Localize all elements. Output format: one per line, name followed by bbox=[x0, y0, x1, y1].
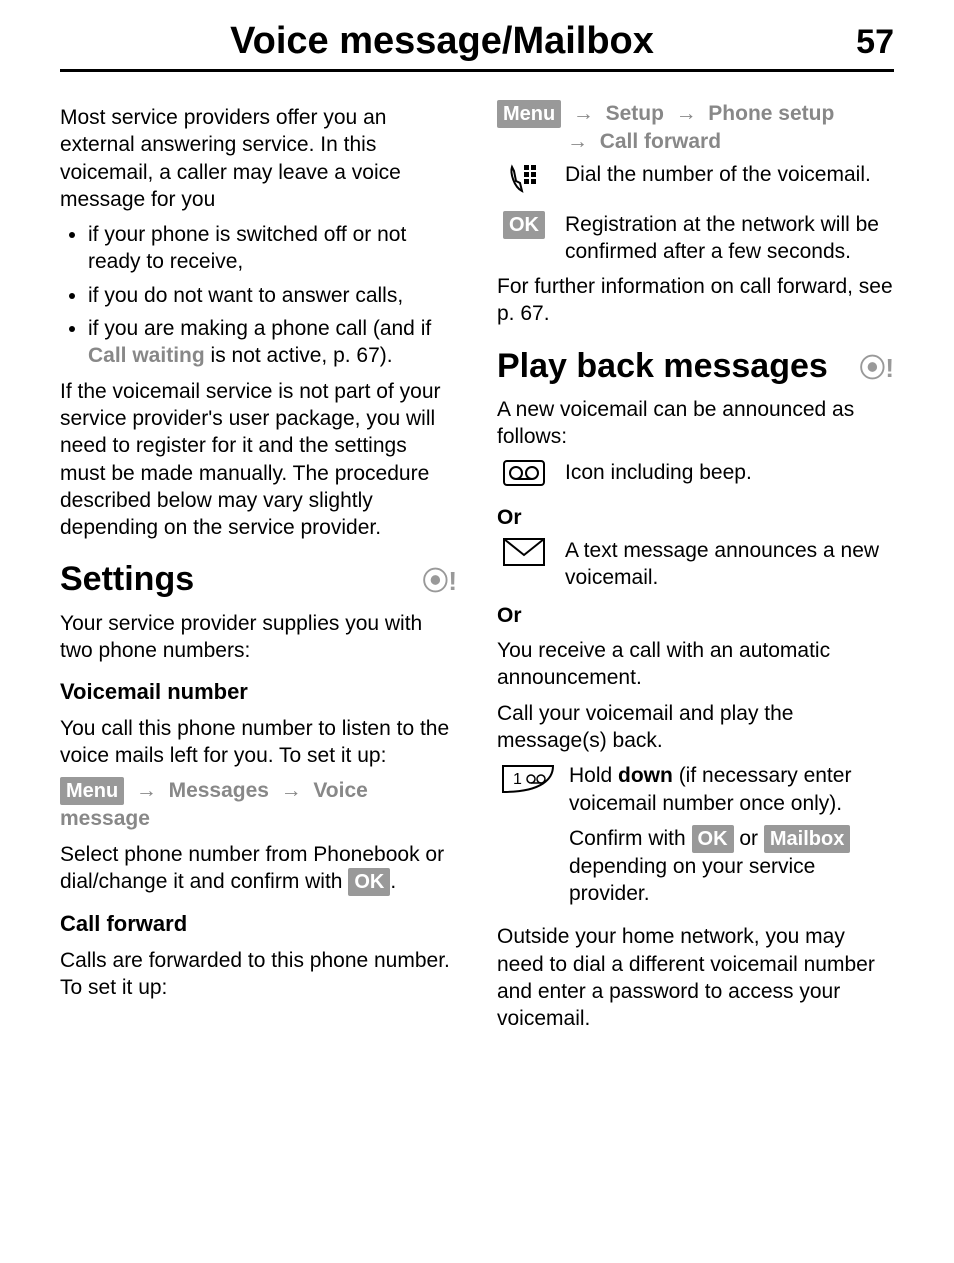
hold-down-block: Hold down (if necessary enter voicemail … bbox=[569, 762, 894, 915]
nav-messages: Messages bbox=[169, 779, 269, 802]
nav-arrow-icon: → bbox=[670, 102, 703, 125]
voicemail-number-subheading: Voicemail number bbox=[60, 678, 457, 707]
nav-path-call-forward: Menu → Setup → Phone setup → Call forwar… bbox=[497, 100, 894, 155]
list-item: if your phone is switched off or not rea… bbox=[88, 221, 457, 276]
hold-down-bold: down bbox=[618, 764, 673, 787]
ok-key: OK bbox=[348, 868, 390, 896]
step-dial: Dial the number of the voicemail. bbox=[497, 161, 894, 204]
step-hold-1: 1 Hold down (if necessary enter voicemai… bbox=[497, 762, 894, 915]
nav-phone-setup: Phone setup bbox=[708, 102, 834, 125]
heading-text: Settings bbox=[60, 557, 194, 601]
playback-intro: A new voicemail can be announced as foll… bbox=[497, 396, 894, 451]
message-icon bbox=[497, 537, 551, 574]
ok-key: OK bbox=[692, 825, 734, 853]
settings-heading: Settings ⦿! bbox=[60, 557, 457, 601]
mailbox-key: Mailbox bbox=[764, 825, 850, 853]
icon-beep-text: Icon including beep. bbox=[565, 459, 894, 486]
text: is not active, p. 67). bbox=[205, 344, 393, 367]
text: . bbox=[390, 870, 396, 893]
announce-sms: A text message announces a new voicemail… bbox=[497, 537, 894, 592]
text: depending on your service provider. bbox=[569, 855, 815, 905]
call-waiting-emph: Call waiting bbox=[88, 344, 205, 367]
ok-key: OK bbox=[503, 211, 545, 239]
dial-text: Dial the number of the voicemail. bbox=[565, 161, 894, 188]
nav-arrow-icon: → bbox=[567, 130, 594, 153]
left-column: Most service providers offer you an exte… bbox=[60, 96, 457, 1041]
text: Confirm with bbox=[569, 827, 692, 850]
svg-text:1: 1 bbox=[513, 771, 522, 788]
condition-list: if your phone is switched off or not rea… bbox=[60, 221, 457, 369]
settings-intro: Your service provider supplies you with … bbox=[60, 610, 457, 665]
intro-paragraph: Most service providers offer you an exte… bbox=[60, 104, 457, 213]
page-number: 57 bbox=[824, 23, 894, 62]
keypad-icon bbox=[497, 161, 551, 204]
text: if you are making a phone call (and if bbox=[88, 317, 431, 340]
list-item: if you do not want to answer calls, bbox=[88, 282, 457, 309]
call-voicemail-paragraph: Call your voicemail and play the message… bbox=[497, 700, 894, 755]
nav-path-voice-message: Menu → Messages → Voice message bbox=[60, 777, 457, 832]
nav-call-forward: Call forward bbox=[600, 130, 721, 153]
nav-arrow-icon: → bbox=[275, 779, 308, 802]
key-1-voicemail-icon: 1 bbox=[497, 762, 555, 803]
playback-heading: Play back messages ⦿! bbox=[497, 344, 894, 388]
menu-key: Menu bbox=[60, 777, 124, 805]
nav-arrow-icon: → bbox=[130, 779, 163, 802]
registration-text: Registration at the network will be conf… bbox=[565, 211, 894, 266]
sim-dependency-icon: ⦿! bbox=[859, 352, 894, 386]
call-forward-subheading: Call forward bbox=[60, 910, 457, 939]
announce-icon-beep: Icon including beep. bbox=[497, 459, 894, 494]
sms-text: A text message announces a new voicemail… bbox=[565, 537, 894, 592]
outside-network-paragraph: Outside your home network, you may need … bbox=[497, 923, 894, 1032]
nav-arrow-icon: → bbox=[567, 102, 600, 125]
sim-dependency-icon: ⦿! bbox=[422, 565, 457, 599]
or-label: Or bbox=[497, 602, 894, 629]
heading-text: Play back messages bbox=[497, 344, 828, 388]
voicemail-setup-paragraph: Select phone number from Phonebook or di… bbox=[60, 841, 457, 896]
voicemail-number-paragraph: You call this phone number to listen to … bbox=[60, 715, 457, 770]
menu-key: Menu bbox=[497, 100, 561, 128]
or-label: Or bbox=[497, 504, 894, 531]
text: or bbox=[734, 827, 764, 850]
right-column: Menu → Setup → Phone setup → Call forwar… bbox=[497, 96, 894, 1041]
ok-key-icon: OK bbox=[497, 211, 551, 239]
auto-announcement-paragraph: You receive a call with an automatic ann… bbox=[497, 637, 894, 692]
step-ok: OK Registration at the network will be c… bbox=[497, 211, 894, 266]
registration-paragraph: If the voicemail service is not part of … bbox=[60, 378, 457, 542]
call-forward-paragraph: Calls are forwarded to this phone number… bbox=[60, 947, 457, 1002]
further-info-paragraph: For further information on call forward,… bbox=[497, 273, 894, 328]
nav-setup: Setup bbox=[606, 102, 664, 125]
text: Hold bbox=[569, 764, 618, 787]
voicemail-icon bbox=[497, 459, 551, 494]
list-item: if you are making a phone call (and if C… bbox=[88, 315, 457, 370]
title-bar: Voice message/Mailbox 57 bbox=[60, 20, 894, 72]
page-title: Voice message/Mailbox bbox=[60, 20, 824, 63]
